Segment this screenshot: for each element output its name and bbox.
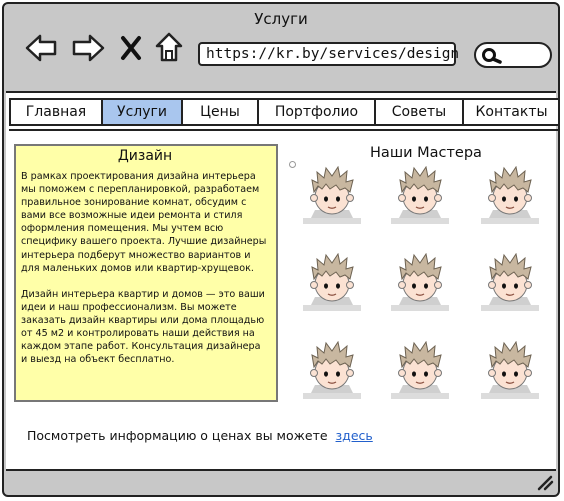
back-arrow-icon[interactable] xyxy=(24,32,58,64)
master-avatar[interactable] xyxy=(471,340,549,403)
header-divider xyxy=(9,129,558,131)
prices-link[interactable]: здесь xyxy=(336,428,373,443)
design-description-box: Дизайн В рамках проектирования дизайна и… xyxy=(14,144,278,402)
resize-grip-icon[interactable] xyxy=(536,475,554,491)
close-x-icon[interactable] xyxy=(120,35,142,61)
master-avatar[interactable] xyxy=(293,165,371,228)
window-title: Услуги xyxy=(254,10,308,28)
master-avatar[interactable] xyxy=(381,340,459,403)
design-title: Дизайн xyxy=(117,148,173,164)
master-avatar[interactable] xyxy=(293,340,371,403)
tab-contacts[interactable]: Контакты xyxy=(464,100,558,124)
prices-text: Посмотреть информацию о ценах вы можете xyxy=(27,428,328,443)
tab-services[interactable]: Услуги xyxy=(103,100,183,124)
tab-home[interactable]: Главная xyxy=(11,100,103,124)
page-content: Главная Услуги Цены Портфолио Советы Кон… xyxy=(6,91,558,471)
main-nav: Главная Услуги Цены Портфолио Советы Кон… xyxy=(9,98,558,126)
forward-arrow-icon[interactable] xyxy=(70,32,106,64)
home-icon[interactable] xyxy=(154,31,184,63)
address-bar[interactable]: https://kr.by/services/design xyxy=(198,42,459,66)
tab-portfolio[interactable]: Портфолио xyxy=(259,100,376,124)
master-avatar[interactable] xyxy=(471,165,549,228)
search-field[interactable] xyxy=(474,42,552,68)
master-avatar[interactable] xyxy=(381,252,459,315)
search-icon xyxy=(482,48,502,64)
design-paragraph-1: В рамках проектирования дизайна интерьер… xyxy=(21,171,267,274)
tab-tips[interactable]: Советы xyxy=(376,100,464,124)
master-avatar[interactable] xyxy=(381,165,459,228)
masters-title: Наши Мастера xyxy=(370,145,482,161)
tab-prices[interactable]: Цены xyxy=(183,100,259,124)
master-avatar[interactable] xyxy=(471,252,549,315)
design-paragraph-2: Дизайн интерьера квартир и домов — это в… xyxy=(21,288,265,366)
master-avatar[interactable] xyxy=(293,252,371,315)
prices-info: Посмотреть информацию о ценах вы можете … xyxy=(27,428,373,443)
browser-window: Услуги https://kr.by/services/design Гла… xyxy=(2,2,560,497)
